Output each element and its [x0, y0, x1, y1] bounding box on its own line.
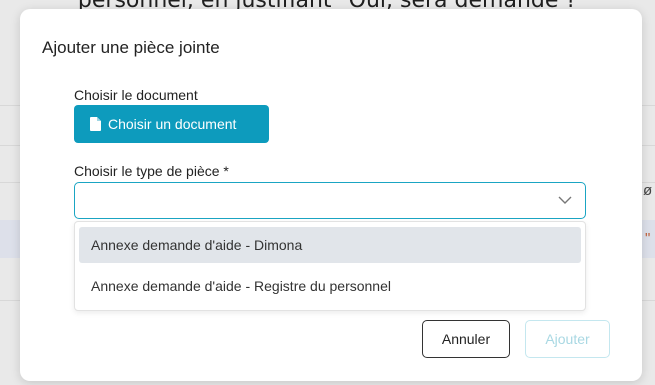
file-icon	[90, 117, 101, 131]
add-button[interactable]: Ajouter	[525, 320, 610, 358]
choose-document-label: Choisir un document	[108, 116, 237, 132]
background-glyph: "	[645, 230, 651, 247]
background-glyph: ø	[643, 182, 653, 199]
document-label: Choisir le document	[74, 87, 198, 103]
choose-document-button[interactable]: Choisir un document	[74, 105, 269, 143]
type-dropdown: Annexe demande d'aide - Dimona Annexe de…	[74, 221, 586, 311]
dropdown-option-dimona[interactable]: Annexe demande d'aide - Dimona	[79, 227, 581, 263]
type-label: Choisir le type de pièce *	[74, 163, 229, 179]
dropdown-option-registre[interactable]: Annexe demande d'aide - Registre du pers…	[79, 268, 581, 304]
chevron-down-icon[interactable]	[558, 196, 572, 205]
add-attachment-modal: Ajouter une pièce jointe Choisir le docu…	[20, 9, 642, 381]
cancel-button[interactable]: Annuler	[422, 320, 510, 358]
modal-title: Ajouter une pièce jointe	[42, 38, 220, 57]
type-select[interactable]	[74, 182, 586, 219]
